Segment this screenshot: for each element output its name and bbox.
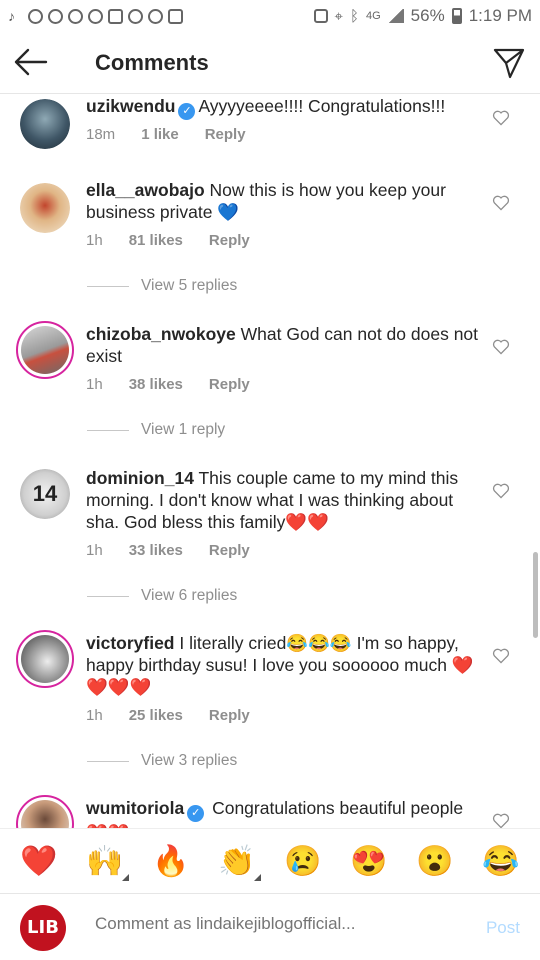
view-replies-label: View 6 replies	[141, 587, 238, 604]
data-icon: 4G	[365, 10, 381, 22]
emoji-heart-button[interactable]: ❤️	[17, 844, 61, 879]
view-replies-label: View 3 replies	[141, 752, 238, 769]
view-replies-button[interactable]: View 5 replies	[87, 277, 237, 295]
reply-button[interactable]: Reply	[209, 707, 250, 724]
skin-tone-indicator	[254, 873, 261, 881]
comment-time: 1h	[86, 707, 103, 724]
heart-icon[interactable]	[492, 813, 510, 828]
comment-time: 1h	[86, 232, 103, 249]
avatar[interactable]	[16, 321, 74, 379]
reply-button[interactable]: Reply	[205, 126, 246, 143]
signal-icon	[387, 9, 404, 23]
paper-plane-icon	[493, 48, 525, 79]
emoji-laughing-button[interactable]: 😂	[479, 844, 523, 879]
comment-meta: 1h 25 likes Reply	[86, 707, 250, 724]
reply-button[interactable]: Reply	[209, 232, 250, 249]
snapchat-icon	[148, 8, 163, 24]
comment-composer: LIB Post	[0, 894, 540, 960]
emoji-surprised-button[interactable]: 😮	[413, 844, 457, 879]
comment-meta: 1h 38 likes Reply	[86, 376, 250, 393]
heart-icon[interactable]	[492, 110, 510, 126]
comment-meta: 1h 33 likes Reply	[86, 542, 250, 559]
comment-time: 1h	[86, 376, 103, 393]
heart-icon[interactable]	[492, 339, 510, 355]
location-icon: ⌖	[334, 7, 343, 25]
comment-username[interactable]: dominion_14	[86, 468, 194, 488]
comments-header: Comments	[0, 32, 540, 94]
post-button[interactable]: Post	[486, 918, 520, 938]
nfc-icon	[313, 9, 328, 23]
clock: 1:19 PM	[468, 6, 532, 25]
comment-meta: 18m 1 like Reply	[86, 126, 246, 143]
image-icon	[168, 8, 183, 24]
heart-icon[interactable]	[492, 195, 510, 211]
comment-likes[interactable]: 25 likes	[129, 707, 183, 724]
view-replies-button[interactable]: View 3 replies	[87, 752, 237, 770]
comment-time: 18m	[86, 126, 116, 143]
comment-username[interactable]: ella__awobajo	[86, 180, 205, 200]
emoji-fire-button[interactable]: 🔥	[149, 844, 193, 879]
comment-username[interactable]: victoryfied	[86, 633, 175, 653]
pinterest-icon	[28, 8, 43, 24]
share-button[interactable]	[492, 46, 526, 80]
view-replies-label: View 5 replies	[141, 277, 238, 294]
current-user-avatar: LIB	[20, 905, 66, 951]
avatar[interactable]	[16, 795, 74, 828]
verified-badge-icon: ✓	[187, 805, 205, 822]
status-bar: ♪ ⌖ ᛒ 4G 56% 1:19 PM	[0, 0, 540, 32]
emoji-quick-bar: ❤️ 🙌 🔥 👏 😢 😍 😮 😂	[0, 828, 540, 894]
comment-meta: 1h 81 likes Reply	[86, 232, 250, 249]
view-replies-button[interactable]: View 6 replies	[87, 587, 237, 605]
verified-badge-icon: ✓	[178, 103, 196, 120]
skin-tone-indicator	[122, 873, 129, 881]
avatar[interactable]	[20, 99, 70, 149]
avatar[interactable]: 14	[20, 469, 70, 519]
emoji-clap-button[interactable]: 👏	[215, 844, 261, 881]
bluetooth-icon: ᛒ	[349, 7, 359, 25]
comment-username[interactable]: wumitoriola	[86, 798, 184, 818]
avatar[interactable]	[20, 183, 70, 233]
comment-likes[interactable]: 81 likes	[129, 232, 183, 249]
comments-list[interactable]: uzikwendu ✓ Ayyyyeeee!!!! Congratulations!…	[0, 95, 540, 828]
alarm-icon	[88, 8, 103, 24]
comment-input[interactable]	[95, 914, 455, 934]
facebook-icon-2	[68, 8, 83, 24]
page-title: Comments	[95, 50, 209, 75]
reply-button[interactable]: Reply	[209, 376, 250, 393]
facebook-icon	[48, 8, 63, 24]
scrollbar[interactable]	[533, 552, 538, 638]
notification-icons: ♪	[8, 7, 183, 24]
comment-time: 1h	[86, 542, 103, 559]
comment-likes[interactable]: 1 like	[141, 126, 179, 143]
heart-icon[interactable]	[492, 648, 510, 664]
heart-icon[interactable]	[492, 483, 510, 499]
avatar[interactable]	[16, 630, 74, 688]
comment-username[interactable]: chizoba_nwokoye	[86, 324, 236, 344]
view-replies-button[interactable]: View 1 reply	[87, 421, 225, 439]
telegram-icon	[108, 8, 123, 24]
view-replies-label: View 1 reply	[141, 421, 226, 438]
comment-likes[interactable]: 38 likes	[129, 376, 183, 393]
tiktok-icon: ♪	[8, 7, 15, 24]
email-icon	[128, 8, 143, 24]
back-button[interactable]	[12, 46, 48, 78]
comment-username[interactable]: uzikwendu	[86, 96, 175, 116]
comment-likes[interactable]: 33 likes	[129, 542, 183, 559]
arrow-left-icon	[14, 48, 48, 76]
comment-text: Ayyyyeeee!!!! Congratulations!!!	[198, 96, 446, 116]
emoji-crying-button[interactable]: 😢	[281, 844, 325, 879]
reply-button[interactable]: Reply	[209, 542, 250, 559]
battery-percent: 56%	[410, 6, 445, 25]
emoji-heart-eyes-button[interactable]: 😍	[347, 844, 391, 879]
emoji-raised-hands-button[interactable]: 🙌	[83, 844, 129, 881]
battery-icon	[451, 8, 462, 24]
